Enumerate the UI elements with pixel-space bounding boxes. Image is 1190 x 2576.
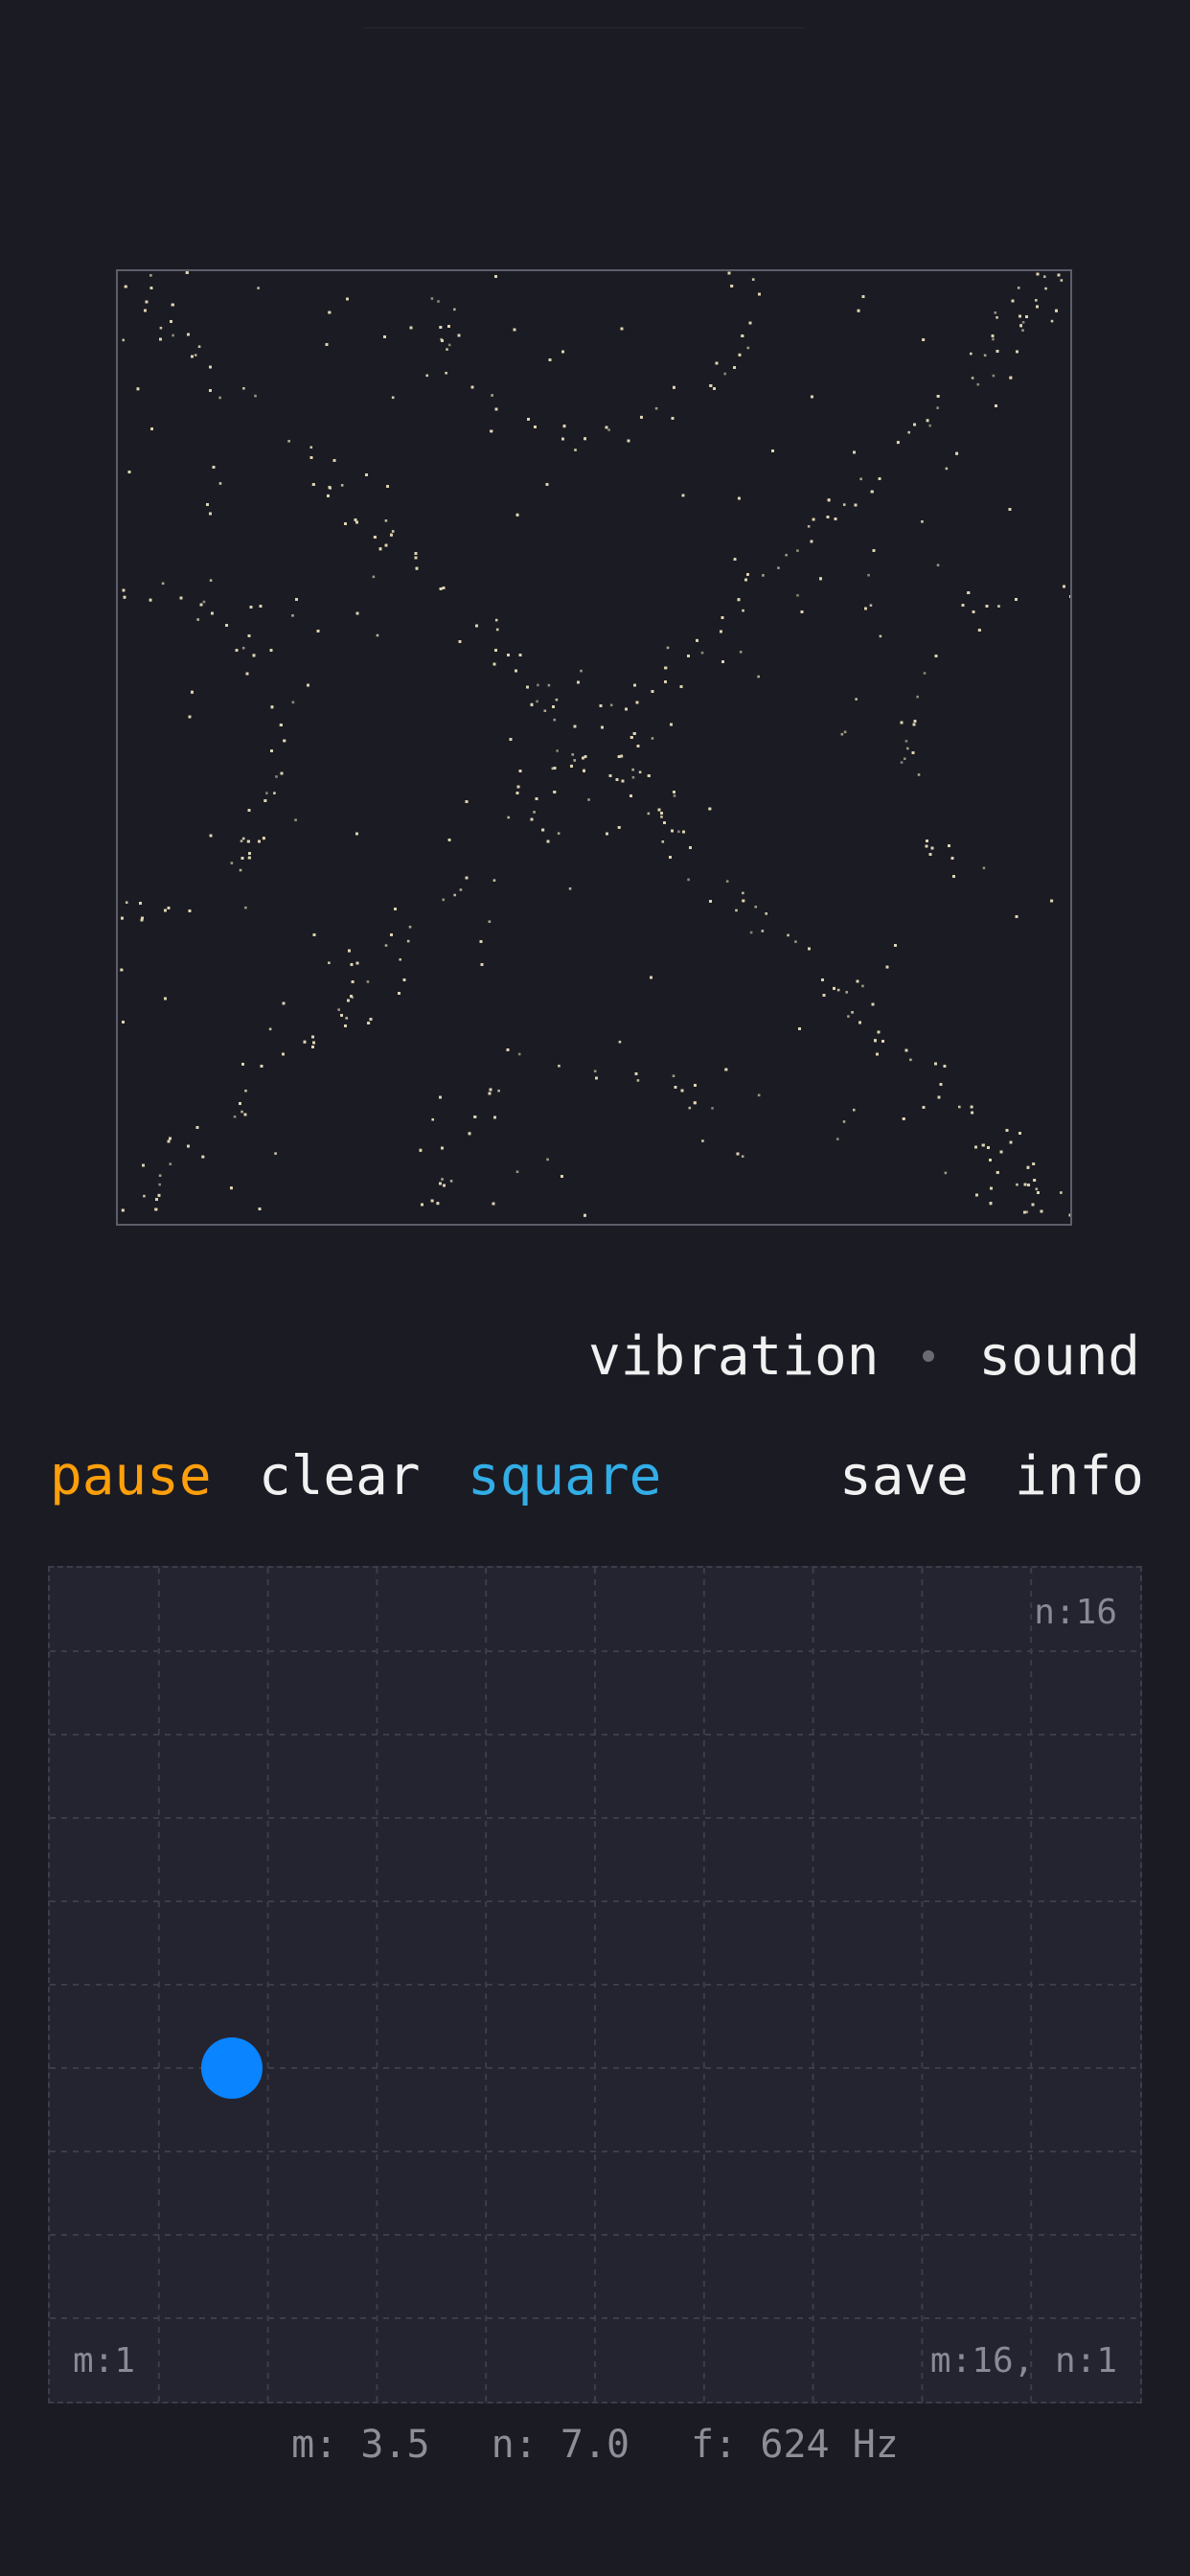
mode-knob[interactable] [200, 2037, 263, 2099]
readout-m: m: 3.5 [291, 2423, 430, 2467]
pause-button[interactable]: pause [50, 1445, 212, 1507]
clear-button[interactable]: clear [259, 1445, 421, 1507]
particle-field [120, 271, 1070, 1217]
readout-frequency: f: 624 Hz [691, 2423, 899, 2467]
readout-n: n: 7.0 [491, 2423, 630, 2467]
pad-label-n-max: n:16 [1034, 1593, 1117, 1632]
vibration-mode-button[interactable]: vibration [588, 1325, 879, 1388]
mode-selector-pad[interactable]: n:16 m:1 m:16, n:1 [48, 1566, 1142, 2404]
controls-toolbar: pause clear square save info [50, 1445, 1144, 1512]
square-shape-button[interactable]: square [468, 1445, 661, 1507]
save-button[interactable]: save [839, 1445, 969, 1507]
info-button[interactable]: info [1015, 1445, 1144, 1507]
mode-switch: vibration sound [588, 1322, 1140, 1390]
status-bar-divider [364, 27, 805, 29]
sound-mode-button[interactable]: sound [978, 1325, 1140, 1388]
pad-grid [50, 1568, 1140, 2402]
readout-bar: m: 3.5 n: 7.0 f: 624 Hz [0, 2423, 1190, 2478]
dot-separator-icon [923, 1350, 935, 1362]
pad-label-m-min: m:1 [73, 2341, 136, 2380]
pad-label-m-max: m:16, n:1 [929, 2341, 1117, 2380]
chladni-plate[interactable] [116, 269, 1072, 1226]
